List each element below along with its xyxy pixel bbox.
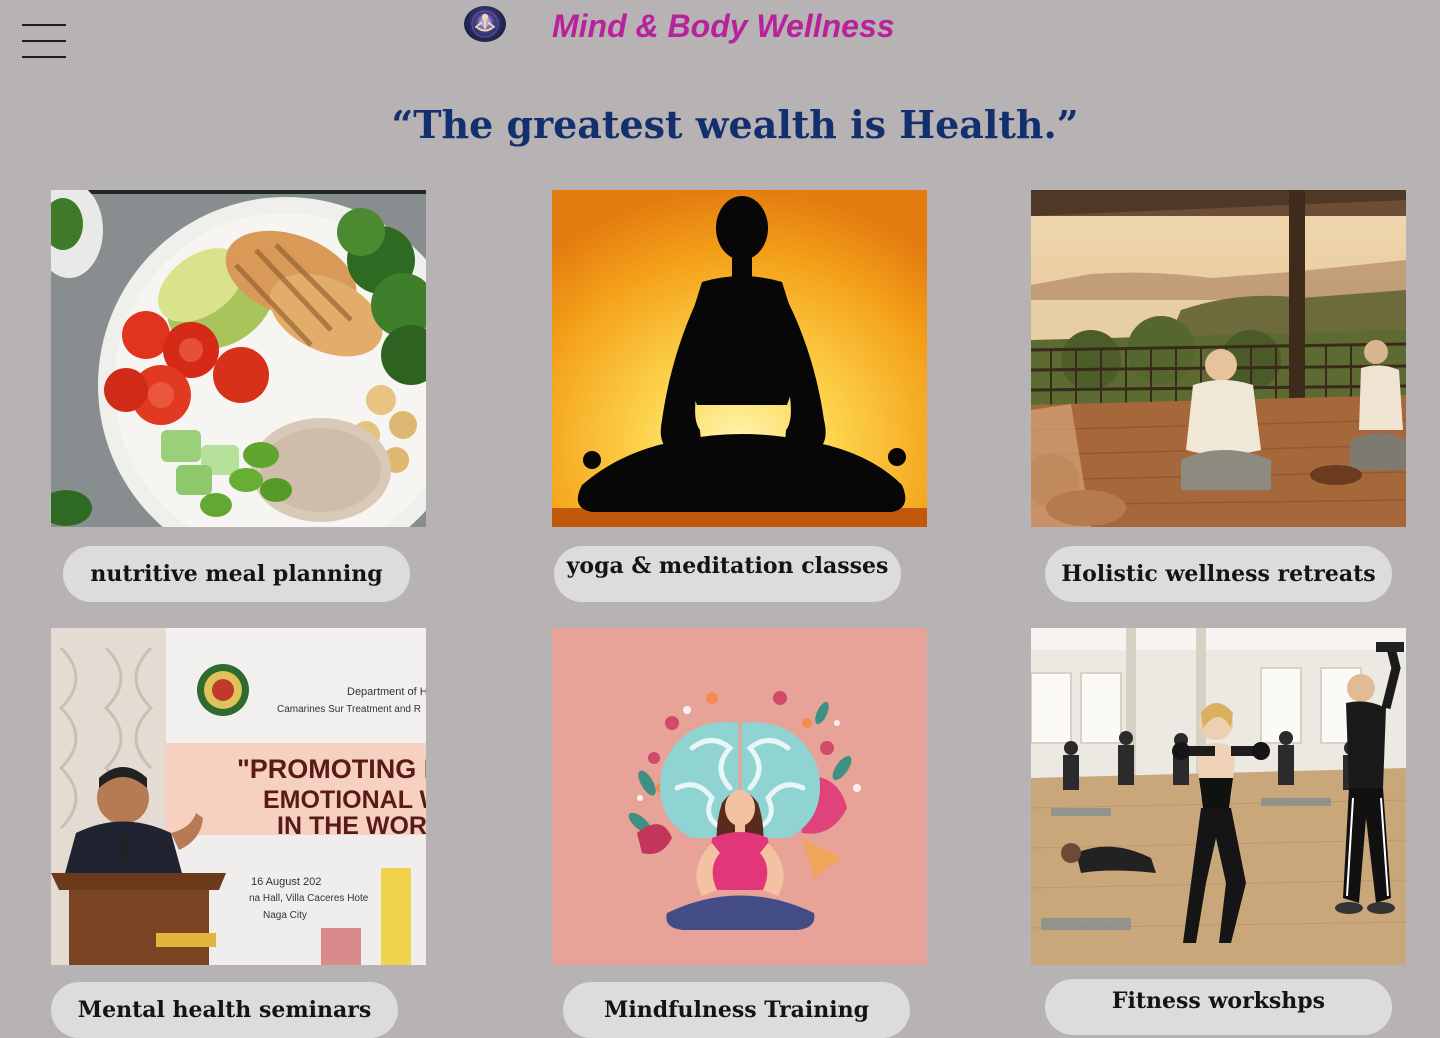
banner-department: Department of He bbox=[347, 686, 426, 698]
service-label-mindfulness[interactable]: Mindfulness Training bbox=[563, 982, 910, 1038]
hamburger-menu-icon[interactable] bbox=[22, 24, 66, 58]
banner-date: 16 August 202 bbox=[251, 876, 321, 888]
service-label-text: Fitness workshps bbox=[1111, 988, 1326, 1014]
banner-venue: na Hall, Villa Caceres Hote bbox=[249, 893, 369, 904]
service-label-fitness[interactable]: Fitness workshps bbox=[1045, 979, 1392, 1035]
brand-title[interactable]: Mind & Body Wellness bbox=[552, 6, 895, 46]
banner-facility: Camarines Sur Treatment and R bbox=[277, 704, 421, 715]
service-label-yoga[interactable]: yoga & meditation classes bbox=[554, 546, 901, 602]
banner-city: Naga City bbox=[263, 910, 307, 921]
banner-line3: IN THE WORK bbox=[277, 812, 426, 840]
service-label-seminars[interactable]: Mental health seminars bbox=[51, 982, 398, 1038]
service-image-mindfulness[interactable] bbox=[552, 628, 927, 965]
service-label-nutrition[interactable]: nutritive meal planning bbox=[63, 546, 410, 602]
service-label-text: Holistic wellness retreats bbox=[1061, 561, 1376, 587]
service-label-text: Mindfulness Training bbox=[603, 997, 870, 1023]
service-label-text: yoga & meditation classes bbox=[566, 553, 889, 579]
hero-quote: “The greatest wealth is Health.” bbox=[391, 102, 1079, 147]
banner-line2: EMOTIONAL W bbox=[263, 786, 426, 814]
service-image-fitness[interactable] bbox=[1031, 628, 1406, 965]
service-label-text: nutritive meal planning bbox=[90, 561, 383, 587]
service-label-retreat[interactable]: Holistic wellness retreats bbox=[1045, 546, 1392, 602]
service-image-nutrition[interactable] bbox=[51, 190, 426, 527]
service-image-yoga[interactable] bbox=[552, 190, 927, 527]
service-image-retreat[interactable] bbox=[1031, 190, 1406, 527]
service-label-text: Mental health seminars bbox=[77, 997, 372, 1023]
banner-line1: "PROMOTING ME bbox=[237, 754, 426, 784]
service-image-seminar[interactable]: Department of He Camarines Sur Treatment… bbox=[51, 628, 426, 965]
meditation-logo-icon[interactable] bbox=[464, 6, 506, 42]
